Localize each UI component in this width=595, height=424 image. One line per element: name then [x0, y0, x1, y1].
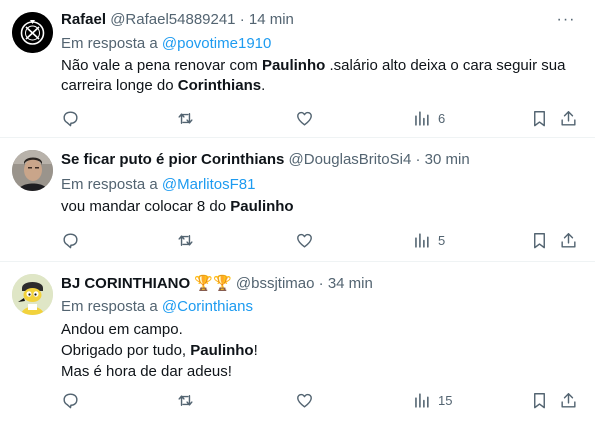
bookmark-icon — [534, 110, 545, 126]
tweet[interactable]: Rafael @Rafael54889241 · 14 min ··· Em r… — [0, 0, 595, 138]
avatar[interactable] — [12, 150, 53, 191]
separator-dot: · — [415, 151, 421, 168]
action-bar: 6 — [0, 107, 595, 129]
tweet-header: Rafael @Rafael54889241 · 14 min — [61, 10, 555, 30]
author-handle[interactable]: @bssjtimao — [236, 275, 315, 292]
text-segment: Andou em campo. — [61, 321, 183, 338]
tweet-text: vou mandar colocar 8 do Paulinho — [61, 197, 581, 217]
reply-button[interactable] — [61, 107, 80, 129]
views-icon — [415, 232, 429, 248]
reply-icon — [63, 392, 78, 408]
share-icon — [561, 392, 576, 408]
text-segment: Mas é hora de dar adeus! — [61, 363, 232, 380]
tweet-text: Andou em campo. Obrigado por tudo, Paulin… — [61, 319, 581, 382]
views-count: 6 — [438, 110, 446, 126]
reply-icon — [63, 232, 78, 248]
avatar[interactable] — [12, 12, 53, 53]
retweet-button[interactable] — [176, 389, 195, 411]
retweet-icon — [178, 394, 193, 406]
views-icon — [415, 110, 429, 126]
share-icon — [561, 110, 576, 126]
highlighted-term: Paulinho — [190, 342, 254, 359]
avatar[interactable] — [12, 274, 53, 315]
tweet-header: Se ficar puto é pior Corinthians @Dougla… — [61, 150, 555, 170]
reply-prefix: Em resposta a — [61, 176, 158, 193]
views-button[interactable]: 15 — [412, 389, 452, 411]
like-icon — [297, 393, 312, 408]
author-handle[interactable]: @Rafael54889241 — [110, 11, 235, 28]
reply-to-link[interactable]: @Corinthians — [162, 298, 253, 315]
reply-context: Em resposta a @Corinthians — [61, 297, 253, 317]
retweet-button[interactable] — [176, 107, 195, 129]
author-name[interactable]: Rafael — [61, 11, 106, 28]
share-icon — [561, 232, 576, 248]
timestamp[interactable]: 14 min — [249, 11, 294, 28]
highlighted-term: Paulinho — [261, 57, 326, 74]
bookmark-button[interactable] — [530, 229, 549, 251]
text-segment: vou mandar colocar 8 do — [61, 198, 231, 215]
author-name[interactable]: Se ficar puto é pior Corinthians — [61, 151, 284, 168]
separator-dot: · — [318, 275, 324, 292]
views-count: 5 — [438, 232, 446, 248]
retweet-icon — [178, 112, 193, 124]
author-handle[interactable]: @DouglasBritoSi4 — [289, 151, 412, 168]
bookmark-button[interactable] — [530, 107, 549, 129]
reply-to-link[interactable]: @MarlitosF81 — [162, 176, 256, 193]
share-button[interactable] — [559, 107, 578, 129]
tweet-text-line: Obrigado por tudo, Paulinho! — [61, 340, 581, 361]
text-segment: Não vale a pena renovar com — [61, 57, 262, 74]
reply-button[interactable] — [61, 229, 80, 251]
trophy-badges: 🏆🏆 — [194, 275, 232, 292]
tweet[interactable]: BJ CORINTHIANO 🏆🏆 @bssjtimao · 34 min Em… — [0, 262, 595, 424]
bookmark-icon — [534, 392, 545, 408]
tweet-text-line: Andou em campo. — [61, 319, 581, 340]
like-button[interactable] — [295, 107, 314, 129]
action-bar: 15 — [0, 389, 595, 411]
tweet-text-line: Não vale a pena renovar com Paulinho .sa… — [61, 56, 581, 76]
text-segment: .salário alto deixa o cara seguir sua — [325, 57, 566, 74]
views-button[interactable]: 6 — [412, 107, 445, 129]
retweet-button[interactable] — [176, 229, 195, 251]
views-button[interactable]: 5 — [412, 229, 445, 251]
bookmark-icon — [534, 232, 545, 248]
timestamp[interactable]: 30 min — [425, 151, 470, 168]
reply-context: Em resposta a @MarlitosF81 — [61, 175, 255, 195]
tweet-text-line: carreira longe do Corinthians. — [61, 76, 581, 96]
text-segment: ! — [253, 342, 258, 359]
like-button[interactable] — [295, 389, 314, 411]
tweet-header: BJ CORINTHIANO 🏆🏆 @bssjtimao · 34 min — [61, 274, 555, 294]
tweet-text: Não vale a pena renovar com Paulinho .sa… — [61, 56, 581, 96]
reply-button[interactable] — [61, 389, 80, 411]
share-button[interactable] — [559, 229, 578, 251]
timestamp[interactable]: 34 min — [328, 275, 373, 292]
reply-prefix: Em resposta a — [61, 35, 158, 52]
reply-prefix: Em resposta a — [61, 298, 158, 315]
retweet-icon — [178, 234, 193, 246]
tweet-text-line: Mas é hora de dar adeus! — [61, 361, 581, 382]
text-segment: . — [261, 77, 266, 94]
reply-to-link[interactable]: @povotime1910 — [162, 35, 271, 52]
highlighted-term: Paulinho — [230, 198, 294, 215]
views-icon — [415, 392, 429, 408]
text-segment: carreira longe do — [61, 77, 178, 94]
highlighted-term: Corinthians — [177, 77, 262, 94]
reply-icon — [63, 110, 78, 126]
action-bar: 5 — [0, 229, 595, 251]
text-segment: Obrigado por tudo, — [61, 342, 191, 359]
separator-dot: · — [239, 11, 245, 28]
share-button[interactable] — [559, 389, 578, 411]
more-icon[interactable]: ··· — [555, 10, 577, 30]
reply-context: Em resposta a @povotime1910 — [61, 34, 271, 54]
bookmark-button[interactable] — [530, 389, 549, 411]
like-icon — [297, 111, 312, 126]
views-count: 15 — [438, 392, 453, 408]
author-name[interactable]: BJ CORINTHIANO — [61, 275, 190, 292]
tweet[interactable]: Se ficar puto é pior Corinthians @Dougla… — [0, 138, 595, 262]
tweet-text-line: vou mandar colocar 8 do Paulinho — [61, 197, 581, 217]
like-button[interactable] — [295, 229, 314, 251]
like-icon — [297, 233, 312, 248]
